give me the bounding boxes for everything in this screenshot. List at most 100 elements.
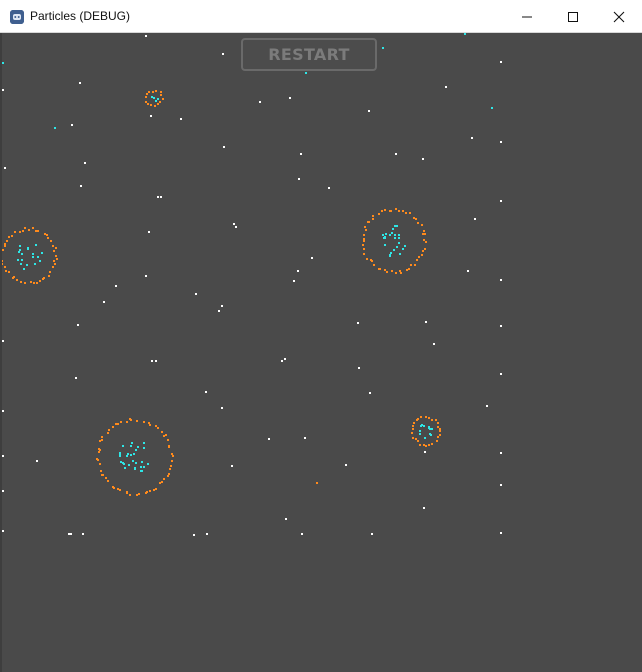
close-button[interactable]	[596, 0, 642, 33]
firework-core-particle	[21, 253, 23, 255]
firework-core-particle	[130, 454, 132, 456]
firework-ring-particle	[384, 269, 386, 271]
firework-ring-particle	[400, 272, 402, 274]
firework-ring-particle	[425, 241, 427, 243]
star-particle	[358, 367, 360, 369]
firework-ring-particle	[53, 250, 55, 252]
star-particle	[423, 507, 425, 509]
star-particle	[500, 325, 502, 327]
firework-ring-particle	[378, 213, 380, 215]
star-particle	[357, 322, 359, 324]
firework-core-particle	[35, 244, 37, 246]
star-particle	[221, 305, 223, 307]
star-particle	[145, 35, 147, 37]
star-particle	[231, 465, 233, 467]
firework-ring-particle	[423, 239, 425, 241]
firework-core-particle	[399, 253, 401, 255]
firework-ring-particle	[99, 440, 101, 442]
firework-ring-particle	[52, 245, 54, 247]
firework-core-particle	[119, 455, 121, 457]
firework-ring-particle	[163, 478, 165, 480]
firework-ring-particle	[424, 233, 426, 235]
firework-core-particle	[404, 245, 406, 247]
firework-ring-particle	[150, 104, 152, 106]
star-particle	[75, 377, 77, 379]
star-particle	[474, 218, 476, 220]
firework-core-particle	[429, 428, 431, 430]
star-particle	[145, 275, 147, 277]
firework-ring-particle	[384, 209, 386, 211]
firework-ring-particle	[399, 270, 401, 272]
firework-ring-particle	[412, 425, 414, 427]
firework-core-particle	[419, 430, 421, 432]
firework-ring-particle	[155, 90, 157, 92]
firework-ring-particle	[155, 488, 157, 490]
firework-ring-particle	[413, 422, 415, 424]
firework-ring-particle	[105, 477, 107, 479]
firework-ring-particle	[405, 212, 407, 214]
firework-ring-particle	[22, 230, 24, 232]
firework-ring-particle	[120, 421, 122, 423]
star-particle	[285, 518, 287, 520]
star-particle	[2, 490, 4, 492]
firework-core-particle	[122, 445, 124, 447]
firework-core-particle	[153, 97, 155, 99]
firework-ring-particle	[149, 424, 151, 426]
firework-ring-particle	[55, 255, 57, 257]
firework-ring-particle	[157, 427, 159, 429]
star-particle	[297, 270, 299, 272]
firework-core-particle	[389, 234, 391, 236]
firework-ring-particle	[378, 268, 380, 270]
star-particle	[395, 153, 397, 155]
star-particle	[2, 530, 4, 532]
firework-ring-particle	[130, 419, 132, 421]
firework-core-particle	[137, 446, 139, 448]
star-particle	[304, 437, 306, 439]
firework-ring-particle	[421, 224, 423, 226]
firework-core-particle	[423, 425, 425, 427]
star-particle	[2, 89, 4, 91]
firework-ring-particle	[390, 210, 392, 212]
star-particle	[500, 484, 502, 486]
stray-particle	[464, 33, 466, 35]
firework-ring-particle	[424, 248, 426, 250]
star-particle	[157, 196, 159, 198]
particle-field	[0, 33, 502, 536]
stray-particle	[491, 107, 493, 109]
firework-ring-particle	[157, 103, 159, 105]
firework-ring-particle	[112, 486, 114, 488]
firework-ring-particle	[49, 271, 51, 273]
star-particle	[222, 53, 224, 55]
firework-ring-particle	[417, 440, 419, 442]
firework-ring-particle	[112, 426, 114, 428]
window-edge	[0, 33, 2, 672]
restart-button[interactable]: RESTART	[241, 38, 377, 71]
firework-ring-particle	[5, 270, 7, 272]
firework-core-particle	[429, 433, 431, 435]
star-particle	[500, 452, 502, 454]
firework-ring-particle	[16, 279, 18, 281]
firework-ring-particle	[365, 229, 367, 231]
game-viewport[interactable]	[0, 33, 642, 672]
firework-ring-particle	[363, 248, 365, 250]
firework-ring-particle	[36, 282, 38, 284]
star-particle	[235, 226, 237, 228]
star-particle	[221, 407, 223, 409]
star-particle	[500, 373, 502, 375]
firework-core-particle	[398, 237, 400, 239]
firework-ring-particle	[115, 423, 117, 425]
firework-ring-particle	[363, 238, 365, 240]
firework-ring-particle	[406, 269, 408, 271]
close-icon	[613, 11, 625, 23]
firework-ring-particle	[154, 105, 156, 107]
star-particle	[2, 410, 4, 412]
title-bar: Particles (DEBUG)	[0, 0, 642, 33]
firework-ring-particle	[24, 227, 26, 229]
firework-ring-particle	[35, 230, 37, 232]
minimize-button[interactable]	[504, 0, 550, 33]
star-particle	[424, 451, 426, 453]
star-particle	[345, 464, 347, 466]
firework-ring-particle	[145, 492, 147, 494]
maximize-button[interactable]	[550, 0, 596, 33]
firework-ring-particle	[147, 103, 149, 105]
